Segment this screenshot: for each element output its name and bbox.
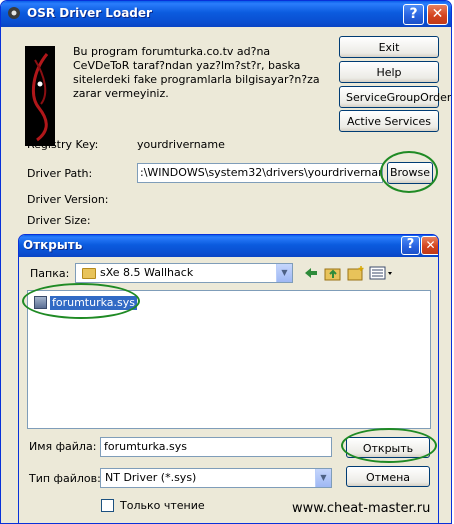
chevron-down-icon[interactable]: ▼ <box>315 469 331 487</box>
filename-label: Имя файла: <box>29 440 97 453</box>
folder-combobox[interactable]: sXe 8.5 Wallhack ▼ <box>75 263 293 283</box>
dialog-title-bar[interactable]: Открыть ? ✕ <box>19 235 438 257</box>
registry-key-value: yourdrivername <box>137 138 225 151</box>
help-title-button[interactable]: ? <box>403 4 424 25</box>
dialog-close-button[interactable]: ✕ <box>421 236 438 255</box>
active-services-button[interactable]: Active Services <box>339 110 439 132</box>
up-folder-icon[interactable] <box>324 265 342 281</box>
window-title: OSR Driver Loader <box>27 6 152 20</box>
help-button[interactable]: Help <box>339 61 439 83</box>
exit-button[interactable]: Exit <box>339 36 439 58</box>
filetype-label: Тип файлов: <box>29 472 101 485</box>
watermark-text: www.cheat-master.ru <box>292 501 431 516</box>
driver-size-label: Driver Size: <box>27 214 91 227</box>
open-button[interactable]: Открыть <box>346 437 430 458</box>
service-group-order-button[interactable]: ServiceGroupOrder <box>339 86 451 108</box>
filetype-value: NT Driver (*.sys) <box>105 471 197 484</box>
driver-path-input[interactable]: :\WINDOWS\system32\drivers\yourdrivernam… <box>137 163 383 183</box>
sys-file-icon <box>34 296 47 309</box>
chevron-down-icon[interactable]: ▼ <box>276 264 292 282</box>
program-description: Bu program forumturka.co.tv ad?na CeVDeT… <box>73 45 320 100</box>
registry-key-label: Registry Key: <box>27 138 99 151</box>
dialog-help-button[interactable]: ? <box>401 236 420 255</box>
filename-input[interactable]: forumturka.sys <box>100 437 332 457</box>
open-file-dialog: Открыть ? ✕ Папка: sXe 8.5 Wallhack ▼ fo… <box>18 234 439 524</box>
app-icon <box>8 7 20 19</box>
close-title-button[interactable]: ✕ <box>427 4 448 25</box>
folder-icon <box>82 268 96 279</box>
cancel-button[interactable]: Отмена <box>346 466 430 487</box>
filetype-combobox[interactable]: NT Driver (*.sys) ▼ <box>100 468 332 488</box>
file-list[interactable]: forumturka.sys <box>27 290 431 429</box>
title-bar[interactable]: OSR Driver Loader ? ✕ <box>1 1 451 27</box>
browse-button[interactable]: Browse <box>387 162 433 184</box>
file-name: forumturka.sys <box>50 296 138 310</box>
view-menu-icon[interactable] <box>369 265 395 281</box>
logo-image <box>25 46 55 146</box>
driver-path-label: Driver Path: <box>27 167 93 180</box>
logo-swirl-icon <box>31 53 49 142</box>
back-arrow-icon[interactable] <box>303 266 319 280</box>
readonly-label: Только чтение <box>120 499 205 512</box>
folder-label: Папка: <box>30 267 70 280</box>
dialog-title: Открыть <box>23 238 83 252</box>
readonly-checkbox[interactable] <box>101 499 114 512</box>
folder-value: sXe 8.5 Wallhack <box>100 266 194 279</box>
driver-version-label: Driver Version: <box>27 193 109 206</box>
new-folder-icon[interactable] <box>347 265 365 281</box>
